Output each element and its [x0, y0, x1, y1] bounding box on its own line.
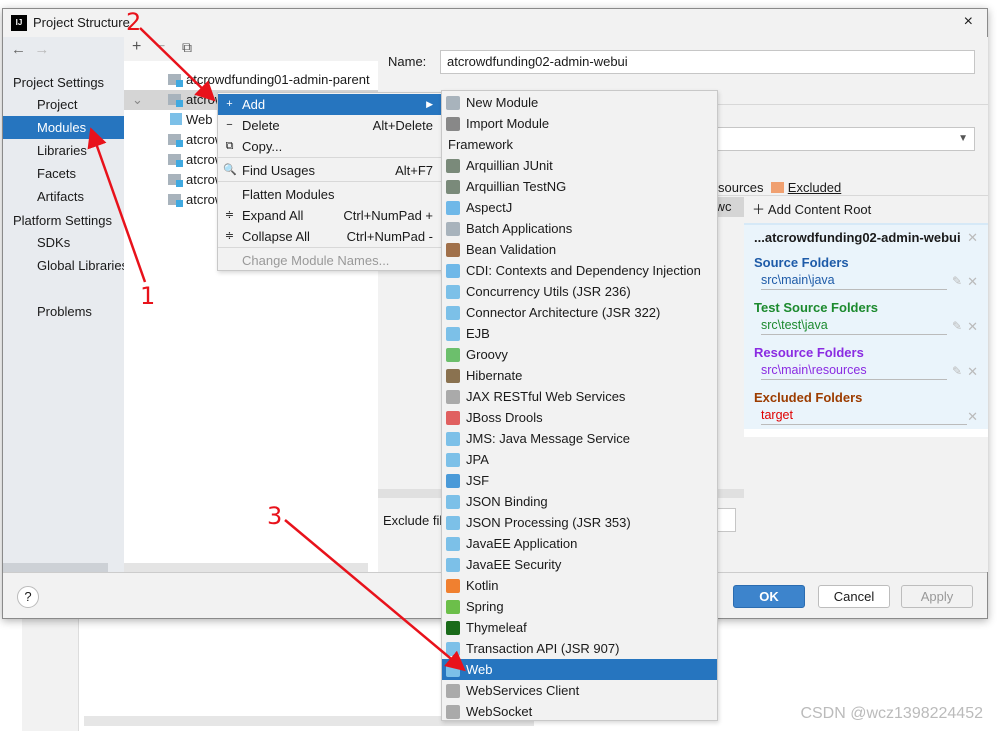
annotation-2: 2 [126, 8, 142, 36]
arrow-3 [284, 519, 466, 672]
annotation-arrows [87, 27, 466, 672]
watermark: CSDN @wcz1398224452 [800, 705, 983, 722]
arrow-1 [87, 127, 147, 283]
annotation-1: 1 [140, 282, 156, 310]
arrow-2 [139, 27, 216, 102]
annotation-3: 3 [267, 502, 283, 530]
